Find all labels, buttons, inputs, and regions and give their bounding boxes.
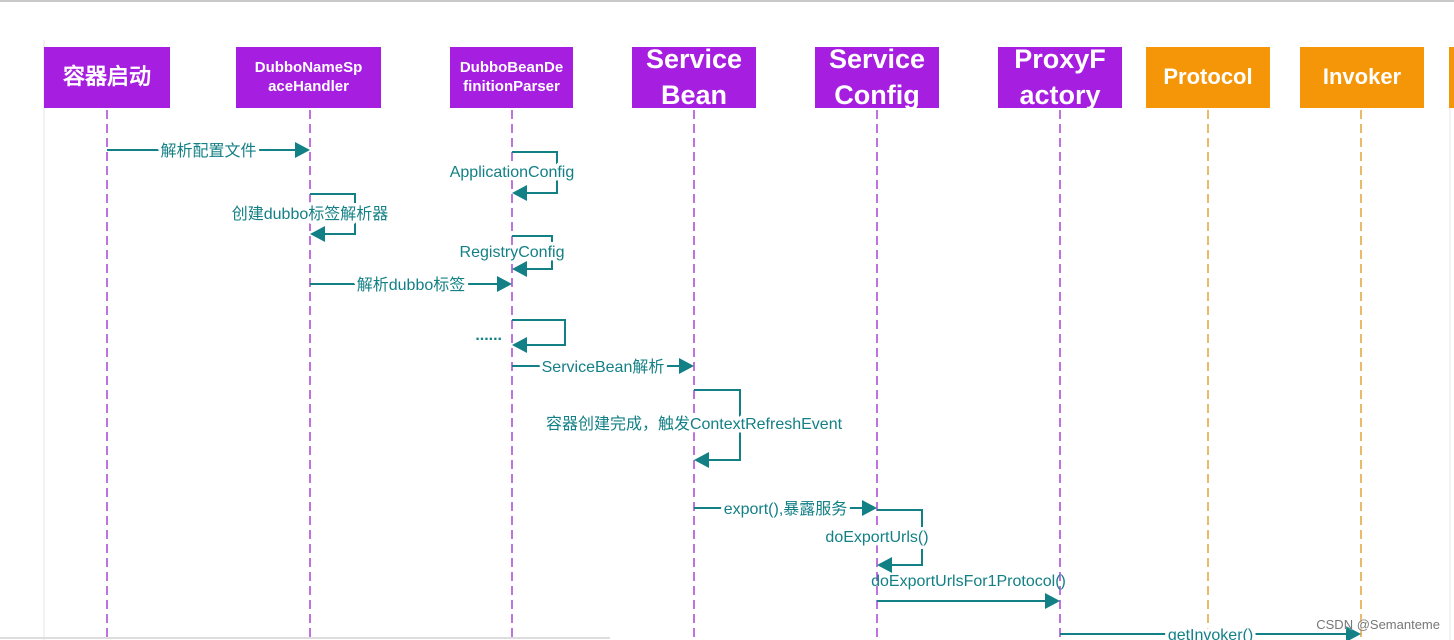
watermark: CSDN @Semanteme — [1316, 617, 1440, 632]
message-8: export(),暴露服务 — [694, 497, 877, 522]
participant-label: DubboNameSp — [255, 59, 363, 76]
message-7: 容器创建完成，触发ContextRefreshEvent — [542, 389, 846, 468]
participant-2: DubboBeanDe finitionParser — [450, 47, 573, 640]
arrowhead-right-icon — [862, 500, 877, 516]
participant-label: Bean — [661, 80, 727, 110]
message-label: ServiceBean解析 — [542, 358, 665, 376]
participant-7: Invoker — [1300, 47, 1424, 640]
message-label: 解析配置文件 — [160, 142, 256, 160]
arrowhead-left-icon — [512, 185, 527, 201]
message-label: 解析dubbo标签 — [357, 276, 466, 294]
arrowhead-right-icon — [1045, 593, 1060, 609]
message-label: doExportUrlsFor1Protocol() — [871, 573, 1066, 590]
message-5: ...... — [472, 319, 566, 353]
message-4: 解析dubbo标签 — [310, 273, 512, 298]
arrowhead-left-icon — [512, 337, 527, 353]
participant-label: Service — [829, 44, 925, 74]
participant-label: aceHandler — [268, 78, 349, 95]
arrowhead-left-icon — [877, 557, 892, 573]
participant-0: 容器启动 — [44, 47, 170, 640]
participant-label: finitionParser — [463, 78, 560, 95]
message-label: ...... — [475, 327, 502, 344]
arrowhead-left-icon — [310, 226, 325, 242]
arrowhead-right-icon — [679, 358, 694, 374]
participant-partial — [1449, 47, 1454, 108]
message-label: RegistryConfig — [460, 244, 565, 261]
message-label: getInvoker() — [1168, 627, 1253, 640]
arrowhead-left-icon — [694, 452, 709, 468]
message-0: 解析配置文件 — [107, 139, 310, 164]
participant-label: Invoker — [1323, 64, 1402, 89]
participant-6: Protocol — [1146, 47, 1270, 640]
message-label: 创建dubbo标签解析器 — [232, 205, 389, 223]
participant-label: actory — [1019, 80, 1100, 110]
message-label: doExportUrls() — [825, 529, 928, 546]
participant-label: 容器启动 — [63, 64, 151, 89]
participant-label: Config — [834, 80, 919, 110]
participant-label: ProxyF — [1014, 44, 1106, 74]
participant-5: ProxyF actory — [998, 44, 1122, 640]
participant-label: Service — [646, 44, 742, 74]
message-label: export(),暴露服务 — [724, 500, 848, 518]
message-10: doExportUrlsFor1Protocol() — [871, 573, 1066, 609]
message-label: ApplicationConfig — [450, 164, 575, 181]
participant-label: Protocol — [1163, 64, 1252, 89]
message-6: ServiceBean解析 — [512, 355, 694, 380]
arrowhead-right-icon — [497, 276, 512, 292]
participant-4: Service Config — [815, 44, 939, 640]
sequence-diagram: 容器启动 DubboNameSp aceHandler DubboBeanDe fini… — [0, 40, 1454, 640]
message-label: 容器创建完成，触发ContextRefreshEvent — [546, 415, 843, 433]
arrowhead-right-icon — [295, 142, 310, 158]
participant-3: Service Bean — [632, 44, 756, 640]
participant-label: DubboBeanDe — [460, 59, 563, 76]
participant-1: DubboNameSp aceHandler — [236, 47, 381, 640]
arrowhead-left-icon — [512, 261, 527, 277]
